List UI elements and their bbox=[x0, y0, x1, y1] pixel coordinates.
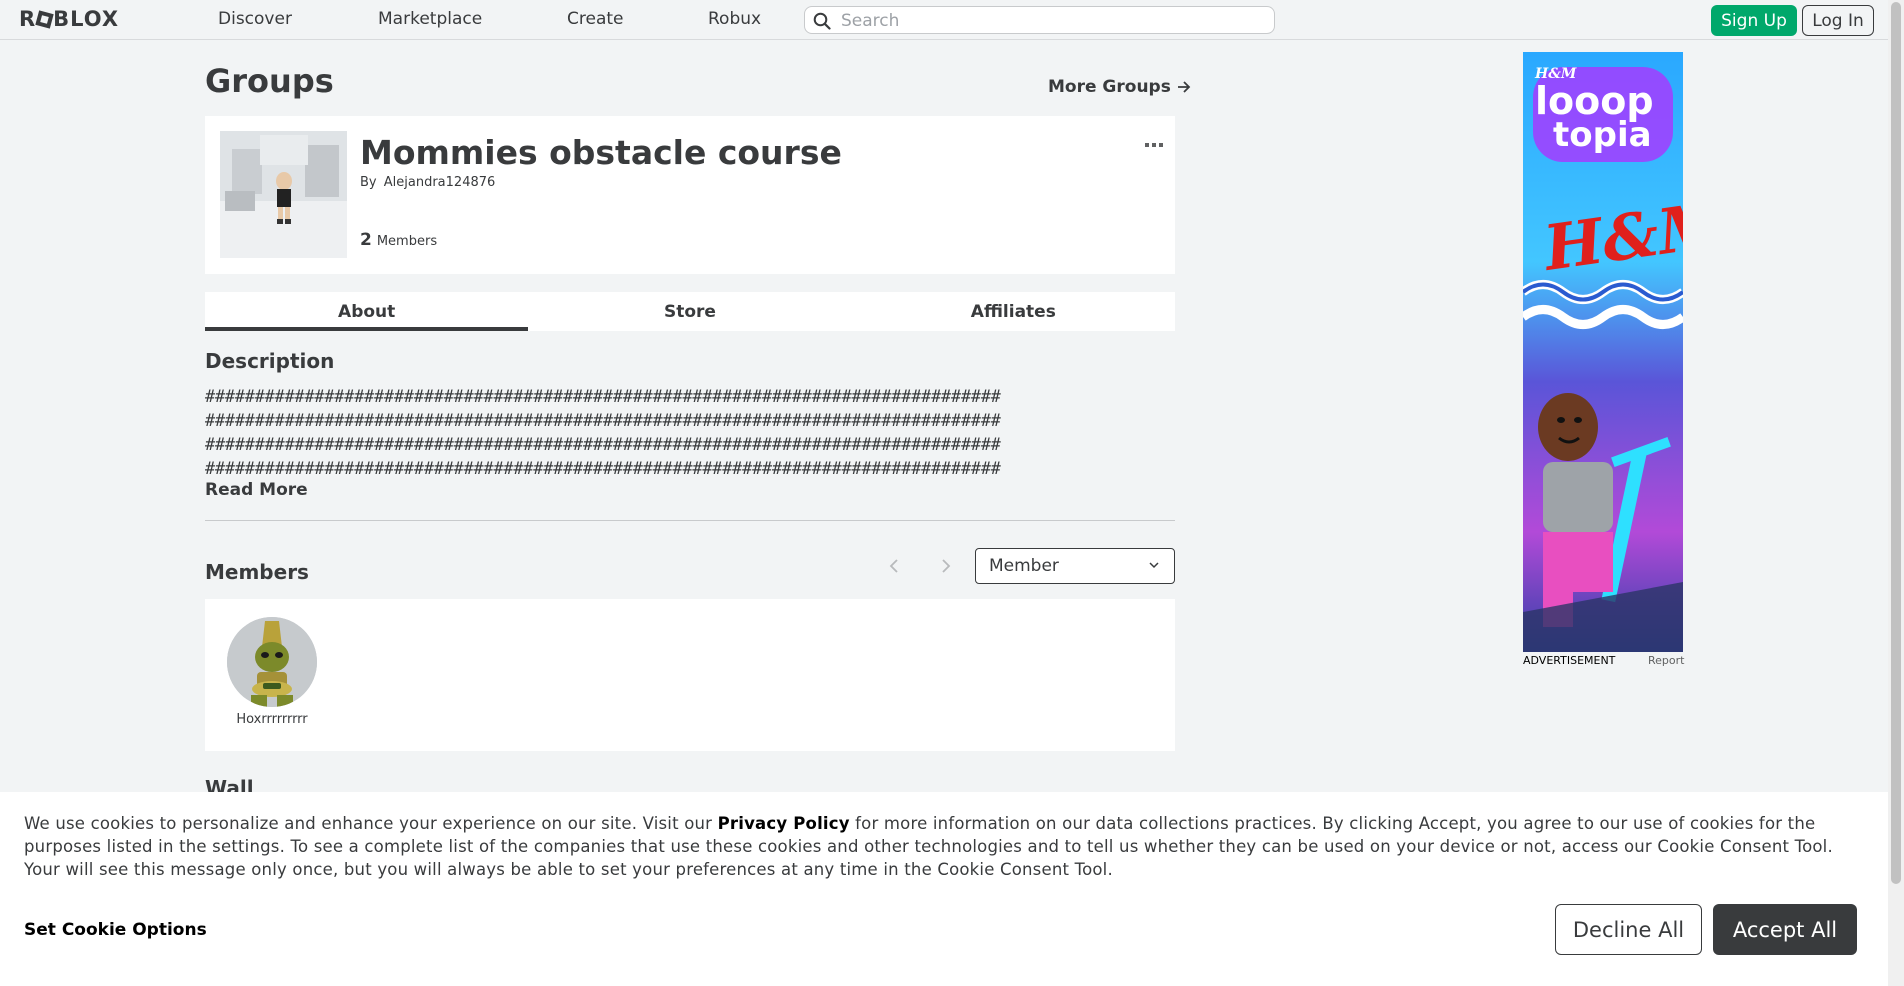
more-options-icon[interactable] bbox=[1145, 133, 1163, 152]
ad-headline-2: topia bbox=[1553, 115, 1652, 155]
advertisement-banner[interactable]: H&M looop topia H&M bbox=[1523, 52, 1683, 652]
chevron-down-icon bbox=[1149, 562, 1159, 569]
roblox-logo[interactable]: R BLOX bbox=[19, 7, 119, 31]
nav-discover[interactable]: Discover bbox=[218, 9, 292, 29]
nav-marketplace[interactable]: Marketplace bbox=[378, 9, 482, 29]
page-scrollbar[interactable] bbox=[1888, 0, 1904, 986]
nav-robux[interactable]: Robux bbox=[708, 9, 761, 29]
tab-about[interactable]: About bbox=[205, 292, 529, 331]
advertisement-label: ADVERTISEMENT bbox=[1523, 654, 1616, 667]
description-heading: Description bbox=[205, 349, 335, 373]
more-groups-label: More Groups bbox=[1048, 77, 1171, 97]
by-label: By bbox=[360, 175, 377, 190]
owner-link[interactable]: Alejandra124876 bbox=[384, 175, 496, 190]
chevron-right-icon bbox=[942, 559, 951, 573]
tab-affiliates[interactable]: Affiliates bbox=[852, 292, 1175, 331]
log-in-button[interactable]: Log In bbox=[1802, 5, 1874, 36]
more-groups-link[interactable]: More Groups bbox=[1048, 77, 1191, 97]
group-name: Mommies obstacle course bbox=[360, 133, 842, 172]
member-card[interactable]: Hoxrrrrrrrrr bbox=[205, 599, 339, 739]
avatar[interactable] bbox=[227, 617, 317, 707]
cookie-consent-banner: We use cookies to personalize and enhanc… bbox=[0, 792, 1888, 986]
accept-all-button[interactable]: Accept All bbox=[1713, 904, 1857, 955]
member-count: 2 Members bbox=[360, 230, 437, 250]
nav-create[interactable]: Create bbox=[567, 9, 624, 29]
group-emblem-image bbox=[220, 131, 347, 258]
group-owner: By Alejandra124876 bbox=[360, 175, 495, 190]
page-title: Groups bbox=[205, 62, 334, 100]
member-name[interactable]: Hoxrrrrrrrrr bbox=[205, 712, 339, 727]
members-list: Hoxrrrrrrrrr bbox=[205, 599, 1175, 751]
sign-up-button[interactable]: Sign Up bbox=[1711, 5, 1797, 36]
report-ad-link[interactable]: Report bbox=[1648, 654, 1684, 667]
decline-all-button[interactable]: Decline All bbox=[1555, 904, 1702, 955]
previous-page-button[interactable] bbox=[888, 555, 900, 579]
members-heading: Members bbox=[205, 560, 309, 584]
next-page-button[interactable] bbox=[940, 555, 952, 579]
chevron-left-icon bbox=[889, 559, 898, 573]
cookie-message: We use cookies to personalize and enhanc… bbox=[24, 812, 1864, 881]
cookie-text-start: We use cookies to personalize and enhanc… bbox=[24, 814, 718, 833]
scrollbar-thumb[interactable] bbox=[1891, 2, 1901, 884]
group-header-card: Mommies obstacle course By Alejandra1248… bbox=[205, 116, 1175, 274]
set-cookie-options-link[interactable]: Set Cookie Options bbox=[24, 920, 207, 940]
search-box bbox=[804, 6, 1275, 34]
member-count-number: 2 bbox=[360, 230, 372, 250]
top-navigation-bar: R BLOX Discover Marketplace Create Robux … bbox=[0, 0, 1888, 40]
group-tabs: About Store Affiliates bbox=[205, 292, 1175, 331]
privacy-policy-link[interactable]: Privacy Policy bbox=[718, 814, 850, 833]
search-input[interactable] bbox=[839, 9, 1263, 33]
search-icon bbox=[813, 12, 831, 30]
tab-store[interactable]: Store bbox=[528, 292, 851, 331]
arrow-right-icon bbox=[1177, 81, 1191, 93]
read-more-link[interactable]: Read More bbox=[205, 480, 308, 500]
role-dropdown-value: Member bbox=[989, 556, 1059, 576]
section-divider bbox=[205, 520, 1175, 521]
description-text: ########################################… bbox=[205, 386, 1001, 478]
member-count-label: Members bbox=[376, 234, 438, 249]
role-dropdown[interactable]: Member bbox=[975, 548, 1175, 584]
